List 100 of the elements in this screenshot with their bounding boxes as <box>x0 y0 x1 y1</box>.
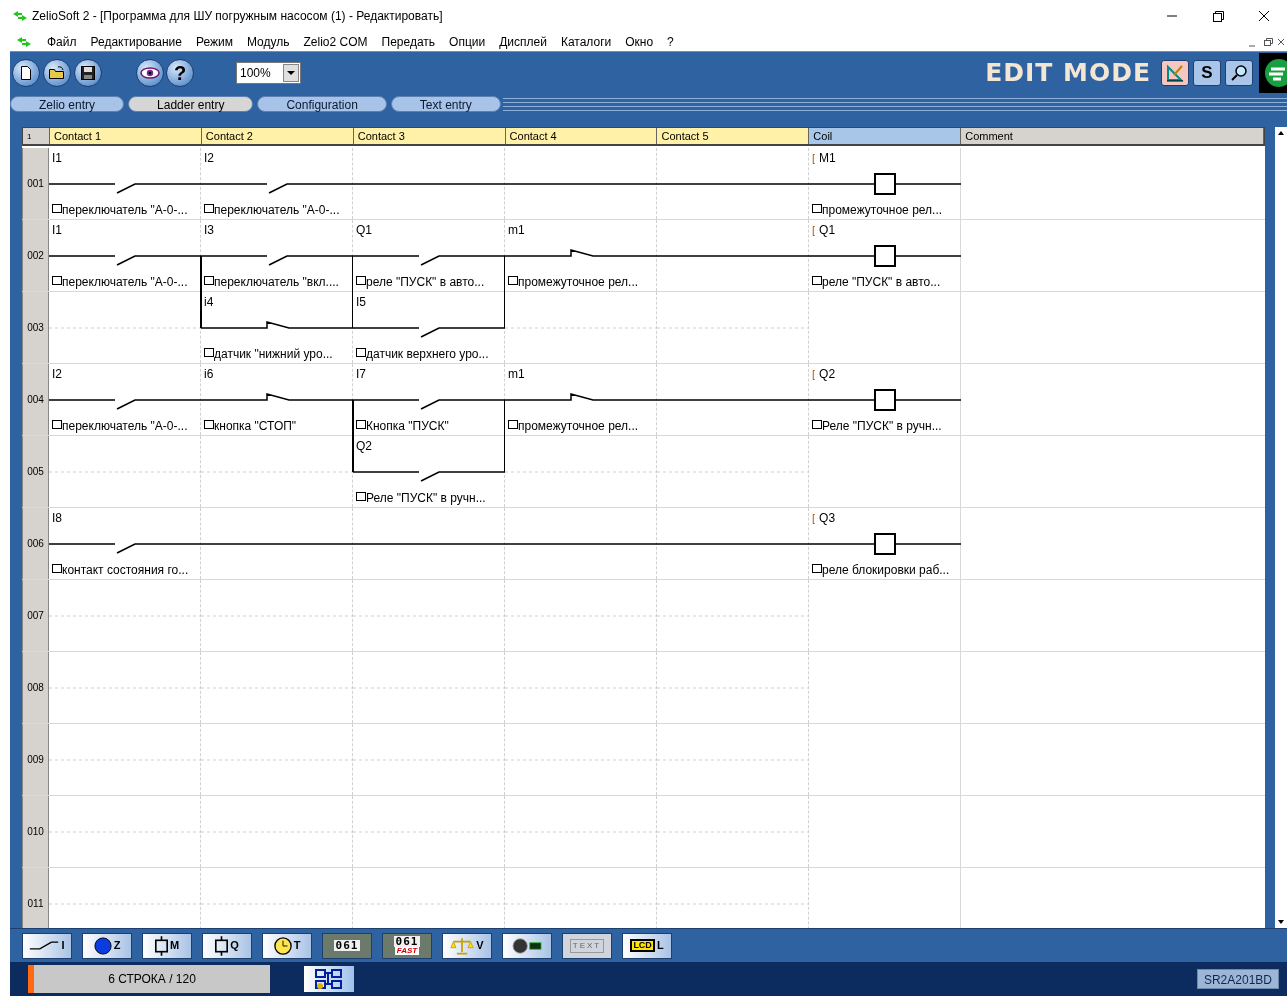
column-header[interactable]: Contact 4 <box>505 128 658 144</box>
contact-label: Q1 <box>356 223 372 237</box>
block-palette-button[interactable]: LCD L <box>622 932 672 959</box>
comment-box-icon[interactable] <box>204 276 214 285</box>
block-palette-button[interactable]: M <box>142 932 192 959</box>
menu-item[interactable]: Режим <box>188 32 240 51</box>
restore-icon[interactable] <box>1261 35 1275 48</box>
zoom-select[interactable]: 100% <box>236 61 301 84</box>
row-number[interactable]: 003 <box>22 292 49 363</box>
comment-box-icon[interactable] <box>52 276 62 285</box>
dial-icon <box>512 937 542 954</box>
contact-comment: Кнопка "ПУСК" <box>366 419 449 433</box>
column-header[interactable]: Contact 5 <box>657 128 810 144</box>
coil-label: Q3 <box>819 511 836 525</box>
row-number[interactable]: 009 <box>22 724 49 795</box>
counter-digits: 061 <box>393 936 421 947</box>
comment-box-icon[interactable] <box>812 204 822 213</box>
contact-label: I7 <box>356 367 366 381</box>
contact-label: m1 <box>508 223 525 237</box>
row-number[interactable]: 005 <box>22 436 49 507</box>
open-button[interactable] <box>43 58 71 87</box>
menu-item[interactable]: Редактирование <box>83 32 189 51</box>
comment-box-icon[interactable] <box>812 420 822 429</box>
row-number[interactable]: 007 <box>22 580 49 651</box>
comment-box-icon[interactable] <box>356 492 366 501</box>
save-button[interactable] <box>74 58 102 87</box>
set-square-pencil-icon <box>1166 63 1184 82</box>
counter-digits: 061 <box>333 940 361 951</box>
comment-box-icon[interactable] <box>356 420 366 429</box>
comment-box-icon[interactable] <box>52 420 62 429</box>
contact-comment: промежуточное рел... <box>518 275 639 289</box>
comment-box-icon[interactable] <box>204 348 214 357</box>
menu-item[interactable]: Каталоги <box>553 32 619 51</box>
coil-icon <box>154 935 168 956</box>
mode-button[interactable]: S <box>1193 59 1221 86</box>
search-icon <box>1230 63 1248 82</box>
contact-comment: переключатель "А-0-... <box>62 275 188 289</box>
comment-box-icon[interactable] <box>356 276 366 285</box>
contact-icon <box>29 941 60 950</box>
mode-button[interactable] <box>1225 59 1253 86</box>
menu-item[interactable]: Модуль <box>239 32 297 51</box>
contact-comment: контакт состояния го... <box>62 563 189 577</box>
block-palette-button[interactable]: I <box>22 932 72 959</box>
help-button[interactable]: ? <box>166 58 194 87</box>
row-number[interactable]: 010 <box>22 796 49 867</box>
coil-mode-mark: [ <box>812 223 816 237</box>
row-number[interactable]: 002 <box>22 220 49 291</box>
block-palette-button[interactable]: Q <box>202 932 252 959</box>
block-letter: V <box>476 940 484 951</box>
comment-box-icon[interactable] <box>812 564 822 573</box>
block-palette-button[interactable]: V <box>442 932 492 959</box>
tab[interactable]: Text entry <box>390 96 501 112</box>
comment-box-icon[interactable] <box>356 348 366 357</box>
window-title: ZelioSoft 2 - [Программа для ШУ погружным насосом (1) - Редактировать] <box>32 8 443 25</box>
coil-label: Q2 <box>819 367 836 381</box>
coil-mode-mark: [ <box>812 151 816 165</box>
row-number[interactable]: 011 <box>22 868 49 928</box>
comment-box-icon[interactable] <box>52 204 62 213</box>
block-palette-button[interactable]: Z <box>82 932 132 959</box>
contact-comment: кнопка "СТОП" <box>214 419 297 433</box>
comment-box-icon[interactable] <box>204 204 214 213</box>
mode-button[interactable] <box>1161 59 1189 86</box>
view-button[interactable] <box>136 58 164 87</box>
row-number[interactable]: 001 <box>22 148 49 219</box>
block-palette-button[interactable]: TEXT <box>562 932 612 959</box>
menu-item[interactable]: Передать <box>374 32 443 51</box>
comment-box-icon[interactable] <box>52 564 62 573</box>
menu-item[interactable]: Zelio2 COM <box>296 32 375 51</box>
row-number[interactable]: 006 <box>22 508 49 579</box>
network-button[interactable] <box>304 966 354 992</box>
tab[interactable]: Ladder entry <box>128 96 254 112</box>
column-header[interactable]: Contact 2 <box>201 128 354 144</box>
block-palette-button[interactable]: 061 <box>322 932 372 959</box>
scrollbar[interactable] <box>1275 127 1287 928</box>
coil-mode-mark: [ <box>812 511 816 525</box>
circle-icon <box>93 936 112 955</box>
contact-comment: реле "ПУСК" в авто... <box>822 275 941 289</box>
column-header[interactable]: Contact 1 <box>50 128 202 144</box>
row-number[interactable]: 008 <box>22 652 49 723</box>
row-number[interactable]: 004 <box>22 364 49 435</box>
column-header[interactable]: Coil <box>809 128 962 144</box>
comment-box-icon[interactable] <box>204 420 214 429</box>
document-icon <box>20 65 32 80</box>
contact-label: I8 <box>52 511 62 525</box>
menu-item[interactable]: Дисплей <box>492 32 554 51</box>
fast-caption: FAST <box>394 947 420 955</box>
comment-box-icon[interactable] <box>508 420 518 429</box>
column-header[interactable]: Contact 3 <box>353 128 506 144</box>
block-palette-button[interactable] <box>502 932 552 959</box>
block-palette-button[interactable]: 061 FAST <box>382 932 432 959</box>
tab[interactable]: Configuration <box>257 96 387 112</box>
comment-box-icon[interactable] <box>812 276 822 285</box>
comment-box-icon[interactable] <box>508 276 518 285</box>
menu-item[interactable]: ? <box>660 32 681 51</box>
tab[interactable]: Zelio entry <box>10 96 125 112</box>
new-button[interactable] <box>12 58 40 87</box>
menu-item[interactable]: Окно <box>618 32 661 51</box>
menu-item[interactable]: Опции <box>442 32 493 51</box>
menu-item[interactable]: Файл <box>40 32 84 51</box>
block-palette-button[interactable]: T <box>262 932 312 959</box>
